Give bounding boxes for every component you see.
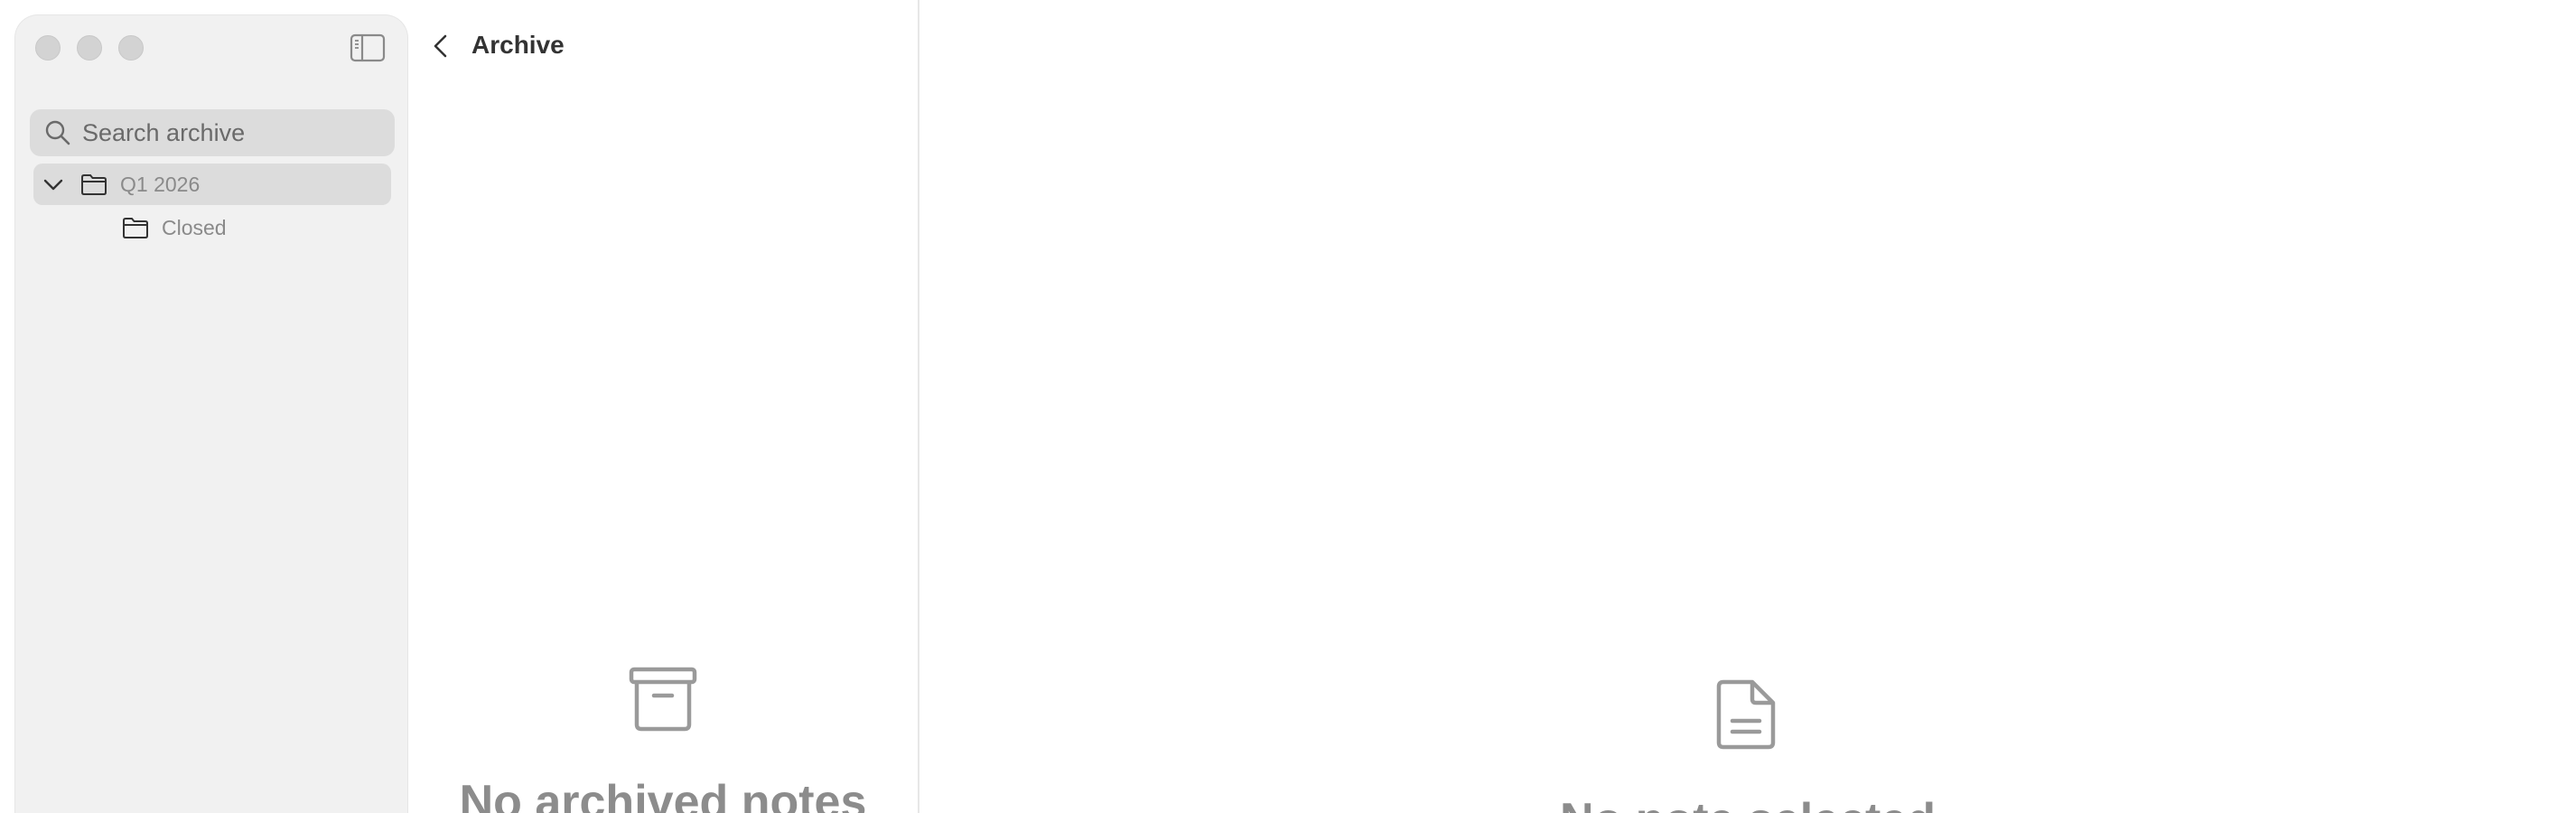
archive-list-pane: Archive No archived notes [408, 0, 918, 813]
folder-row-closed[interactable]: Closed [33, 207, 391, 248]
back-chevron-icon[interactable] [430, 33, 452, 60]
sidebar: Q1 2026 Closed [14, 14, 408, 813]
archive-box-icon [629, 667, 697, 732]
search-icon [44, 119, 71, 146]
empty-state-title: No note selected [919, 793, 2576, 813]
search-input[interactable] [82, 118, 380, 147]
note-detail-pane: No note selected [919, 0, 2576, 813]
folder-label: Closed [162, 215, 227, 239]
folder-label: Q1 2026 [120, 172, 201, 196]
folder-icon [122, 216, 149, 239]
minimize-window-button[interactable] [77, 35, 102, 61]
notes-app-window: Q1 2026 Closed Archive [0, 0, 2576, 813]
folder-icon [80, 173, 107, 196]
window-controls [35, 35, 144, 61]
chevron-down-icon[interactable] [42, 173, 64, 195]
page-title: Archive [471, 31, 565, 59]
close-window-button[interactable] [35, 35, 61, 61]
folder-row-q1-2026[interactable]: Q1 2026 [33, 164, 391, 205]
document-icon [1716, 679, 1776, 750]
zoom-window-button[interactable] [118, 35, 144, 61]
search-field[interactable] [30, 109, 395, 156]
sidebar-toggle-icon[interactable] [350, 33, 386, 62]
empty-state-title: No archived notes [459, 776, 867, 813]
